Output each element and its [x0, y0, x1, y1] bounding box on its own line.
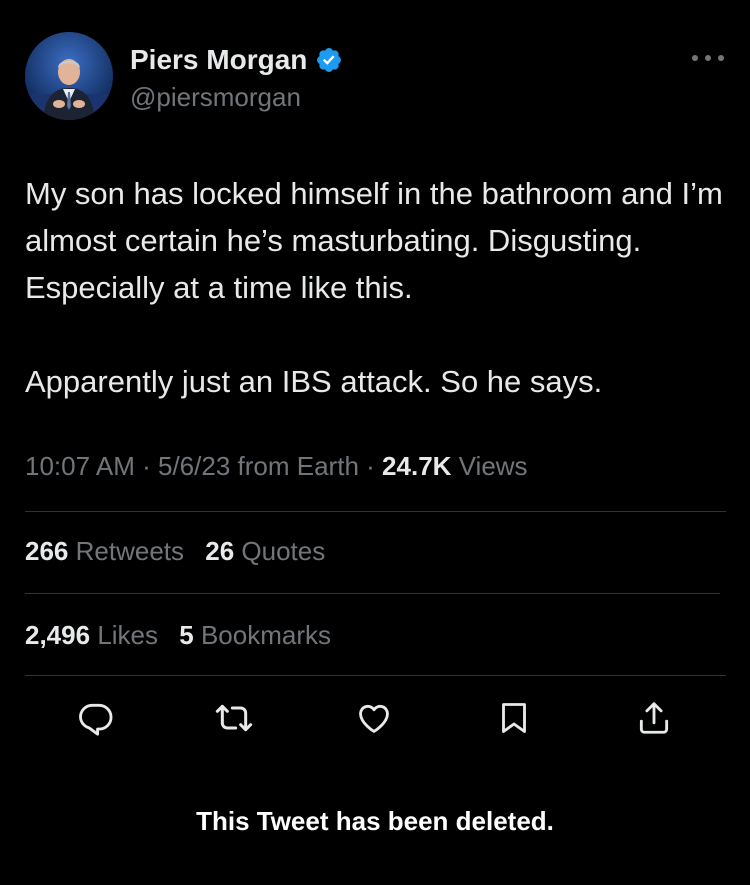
divider — [25, 511, 726, 512]
retweets-stat[interactable]: 266 Retweets — [25, 536, 191, 566]
bookmarks-stat[interactable]: 5 Bookmarks — [179, 620, 331, 650]
more-options-icon[interactable] — [692, 48, 724, 68]
retweets-label: Retweets — [75, 536, 185, 566]
tweet-time[interactable]: 10:07 AM — [25, 451, 135, 481]
quotes-label: Quotes — [241, 536, 326, 566]
author-name-row[interactable]: Piers Morgan — [130, 44, 343, 76]
more-dot — [692, 55, 698, 61]
stats-row-retweets: 266 Retweets 26 Quotes — [25, 536, 339, 567]
divider — [25, 675, 726, 676]
bookmark-button[interactable] — [494, 695, 534, 741]
views-count[interactable]: 24.7K — [382, 451, 451, 481]
tweet-paragraph: My son has locked himself in the bathroo… — [25, 176, 723, 305]
author-handle[interactable]: @piersmorgan — [130, 82, 301, 113]
tweet-meta: 10:07 AM · 5/6/23 from Earth · 24.7K Vie… — [25, 451, 528, 482]
divider — [25, 593, 720, 594]
likes-label: Likes — [97, 620, 159, 650]
tweet-paragraph: Apparently just an IBS attack. So he say… — [25, 364, 603, 399]
tweet-source: from Earth — [237, 451, 359, 481]
share-button[interactable] — [634, 695, 674, 741]
views-label[interactable]: Views — [459, 451, 528, 481]
deleted-notice: This Tweet has been deleted. — [196, 806, 554, 836]
tweet-text: My son has locked himself in the bathroo… — [25, 170, 725, 405]
quotes-count: 26 — [205, 536, 235, 566]
quotes-stat[interactable]: 26 Quotes — [205, 536, 325, 566]
stats-row-likes: 2,496 Likes 5 Bookmarks — [25, 620, 345, 651]
more-dot — [718, 55, 724, 61]
avatar[interactable] — [25, 32, 113, 120]
retweets-count: 266 — [25, 536, 69, 566]
retweet-button[interactable] — [214, 695, 254, 741]
likes-count: 2,496 — [25, 620, 91, 650]
author-name[interactable]: Piers Morgan — [130, 44, 307, 76]
bookmarks-label: Bookmarks — [200, 620, 331, 650]
tweet-date[interactable]: 5/6/23 — [158, 451, 230, 481]
meta-separator: · — [142, 451, 151, 481]
more-dot — [705, 55, 711, 61]
verified-badge-icon — [317, 48, 342, 72]
likes-stat[interactable]: 2,496 Likes — [25, 620, 165, 650]
tweet: Piers Morgan @piersmorgan My son has loc… — [0, 0, 750, 885]
like-button[interactable] — [354, 695, 394, 741]
retweet-icon — [215, 704, 253, 732]
bookmark-icon — [502, 703, 526, 733]
share-icon — [639, 702, 669, 734]
action-bar — [0, 695, 750, 741]
like-icon — [359, 704, 389, 733]
reply-button[interactable] — [76, 695, 116, 741]
meta-separator: · — [366, 451, 375, 481]
avatar-image — [25, 32, 113, 120]
reply-icon — [79, 703, 113, 736]
bookmarks-count: 5 — [179, 620, 194, 650]
